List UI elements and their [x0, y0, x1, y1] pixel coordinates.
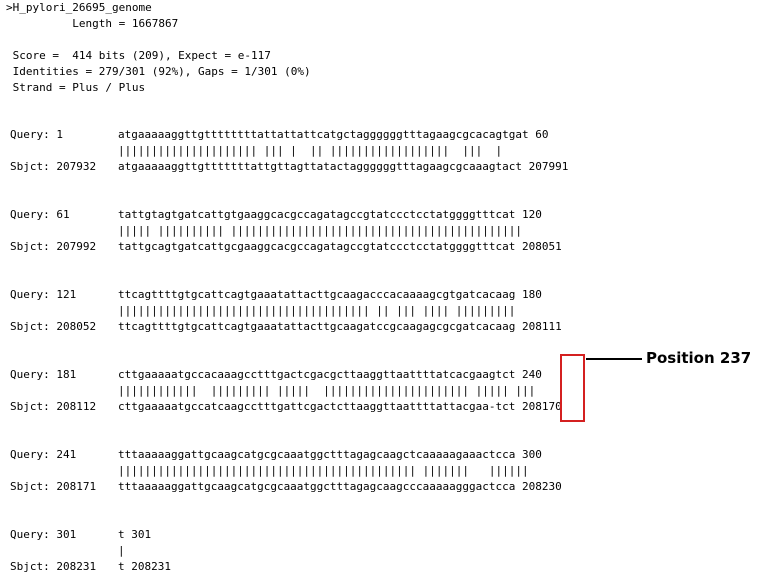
- alignment-block: Query: 181 cttgaaaaatgccacaaagcctttgactcg…: [10, 367, 562, 415]
- subject-row: Sbjct: 208231 t 208231: [10, 559, 171, 575]
- query-sequence: t 301: [118, 528, 152, 541]
- query-row: Query: 61 tattgtagtgatcattgtgaaggcacgccag…: [10, 207, 562, 223]
- query-sequence: tttaaaaaggattgcaagcatgcgcaaatggctttagagc…: [118, 448, 542, 461]
- query-row: Query: 121 ttcagttttgtgcattcagtgaaatattac…: [10, 287, 562, 303]
- match-line: |||||||||||||||||||||||||||||||||||||| |…: [118, 304, 516, 317]
- match-row: |: [10, 543, 171, 559]
- match-row: ||||||||||||||||||||||||||||||||||||||||…: [10, 463, 562, 479]
- match-line: ||||||||||||||||||||||||||||||||||||||||…: [118, 464, 529, 477]
- sequence-length: Length = 1667867: [6, 17, 179, 30]
- query-label: Query: 301: [10, 528, 77, 541]
- subject-sequence: cttgaaaaatgccatcaagcctttgattcgactcttaagg…: [118, 400, 562, 413]
- subject-row: Sbjct: 207992 tattgcagtgatcattgcgaaggcacg…: [10, 239, 562, 255]
- subject-row: Sbjct: 207932 atgaaaaaggttgtttttttattgtta…: [10, 159, 568, 175]
- query-label: Query: 241: [10, 448, 77, 461]
- query-label: Query: 181: [10, 368, 77, 381]
- subject-label: Sbjct: 208171: [10, 480, 97, 493]
- subject-sequence: ttcagttttgtgcattcagtgaaatattacttgcaagatc…: [118, 320, 562, 333]
- query-label: Query: 61: [10, 208, 70, 221]
- query-row: Query: 1 atgaaaaaggttgttttttttattattattca…: [10, 127, 568, 143]
- highlight-box: [560, 354, 585, 422]
- score-line: Score = 414 bits (209), Expect = e-117: [6, 49, 271, 62]
- subject-label: Sbjct: 207992: [10, 240, 97, 253]
- query-sequence: tattgtagtgatcattgtgaaggcacgccagatagccgta…: [118, 208, 542, 221]
- query-sequence: cttgaaaaatgccacaaagcctttgactcgacgcttaagg…: [118, 368, 542, 381]
- blast-hit-header: >H_pylori_26695_genome Length = 1667867: [6, 0, 178, 32]
- subject-sequence: atgaaaaaggttgtttttttattgttagttatactagggg…: [118, 160, 569, 173]
- alignment-block: Query: 61 tattgtagtgatcattgtgaaggcacgccag…: [10, 207, 562, 255]
- alignment-stats: Score = 414 bits (209), Expect = e-117 I…: [6, 48, 311, 96]
- strand-line: Strand = Plus / Plus: [6, 81, 146, 94]
- query-row: Query: 301 t 301: [10, 527, 171, 543]
- subject-label: Sbjct: 207932: [10, 160, 97, 173]
- subject-label: Sbjct: 208112: [10, 400, 97, 413]
- match-line: |||||||||||| ||||||||| ||||| |||||||||||…: [118, 384, 536, 397]
- identities-line: Identities = 279/301 (92%), Gaps = 1/301…: [6, 65, 311, 78]
- alignment-block: Query: 1 atgaaaaaggttgttttttttattattattca…: [10, 127, 568, 175]
- alignment-block: Query: 241 tttaaaaaggattgcaagcatgcgcaaatg…: [10, 447, 562, 495]
- subject-row: Sbjct: 208052 ttcagttttgtgcattcagtgaaatat…: [10, 319, 562, 335]
- match-line: ||||||||||||||||||||| ||| | || |||||||||…: [118, 144, 503, 157]
- alignment-block: Query: 121 ttcagttttgtgcattcagtgaaatattac…: [10, 287, 562, 335]
- subject-sequence: t 208231: [118, 560, 171, 573]
- match-line: |: [118, 544, 125, 557]
- match-row: |||||||||||||||||||||||||||||||||||||| |…: [10, 303, 562, 319]
- subject-row: Sbjct: 208112 cttgaaaaatgccatcaagcctttgat…: [10, 399, 562, 415]
- match-row: ||||||||||||||||||||| ||| | || |||||||||…: [10, 143, 568, 159]
- alignment-block: Query: 301 t 301 | Sbjct: 208231 t 208231: [10, 527, 171, 575]
- match-line: ||||| |||||||||| |||||||||||||||||||||||…: [118, 224, 522, 237]
- callout-line: [586, 358, 642, 360]
- query-row: Query: 181 cttgaaaaatgccacaaagcctttgactcg…: [10, 367, 562, 383]
- subject-sequence: tattgcagtgatcattgcgaaggcacgccagatagccgta…: [118, 240, 562, 253]
- query-sequence: ttcagttttgtgcattcagtgaaatattacttgcaagacc…: [118, 288, 542, 301]
- match-row: ||||| |||||||||| |||||||||||||||||||||||…: [10, 223, 562, 239]
- subject-label: Sbjct: 208231: [10, 560, 97, 573]
- query-label: Query: 121: [10, 288, 77, 301]
- position-callout-label: Position 237: [646, 349, 752, 367]
- sequence-title: >H_pylori_26695_genome: [6, 1, 152, 14]
- match-row: |||||||||||| ||||||||| ||||| |||||||||||…: [10, 383, 562, 399]
- subject-sequence: tttaaaaaggattgcaagcatgcgcaaatggctttagagc…: [118, 480, 562, 493]
- query-sequence: atgaaaaaggttgttttttttattattattcatgctaggg…: [118, 128, 549, 141]
- query-label: Query: 1: [10, 128, 63, 141]
- query-row: Query: 241 tttaaaaaggattgcaagcatgcgcaaatg…: [10, 447, 562, 463]
- subject-label: Sbjct: 208052: [10, 320, 97, 333]
- subject-row: Sbjct: 208171 tttaaaaaggattgcaagcatgcgcaa…: [10, 479, 562, 495]
